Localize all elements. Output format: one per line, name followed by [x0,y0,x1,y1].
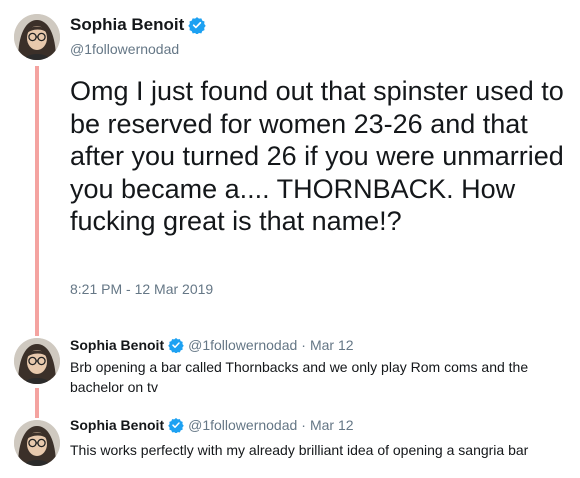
reply-header: Sophia Benoit @1followernodad · Mar 12 [70,417,354,434]
verified-badge-icon [168,337,184,354]
reply-header: Sophia Benoit @1followernodad · Mar 12 [70,337,354,354]
author-handle[interactable]: @1followernodad [188,337,297,353]
thread-line [35,66,39,336]
avatar[interactable] [14,420,60,466]
separator: · [301,337,306,353]
tweet-timestamp[interactable]: 8:21 PM - 12 Mar 2019 [70,281,213,297]
main-tweet-header: Sophia Benoit [70,15,206,35]
avatar[interactable] [14,338,60,384]
author-name[interactable]: Sophia Benoit [70,15,184,35]
author-name[interactable]: Sophia Benoit [70,417,164,433]
verified-badge-icon [168,417,184,434]
reply-date[interactable]: Mar 12 [310,337,354,353]
thread-line [35,388,39,418]
separator: · [301,417,306,433]
verified-badge-icon [188,16,206,35]
reply-text: This works perfectly with my already bri… [70,442,529,458]
author-handle[interactable]: @1followernodad [70,41,179,57]
tweet-text: Omg I just found out that spinster used … [70,76,564,236]
reply-text: Brb opening a bar called Thornbacks and … [70,359,529,395]
author-handle[interactable]: @1followernodad [188,417,297,433]
avatar[interactable] [14,14,60,60]
reply-date[interactable]: Mar 12 [310,417,354,433]
author-name[interactable]: Sophia Benoit [70,337,164,353]
